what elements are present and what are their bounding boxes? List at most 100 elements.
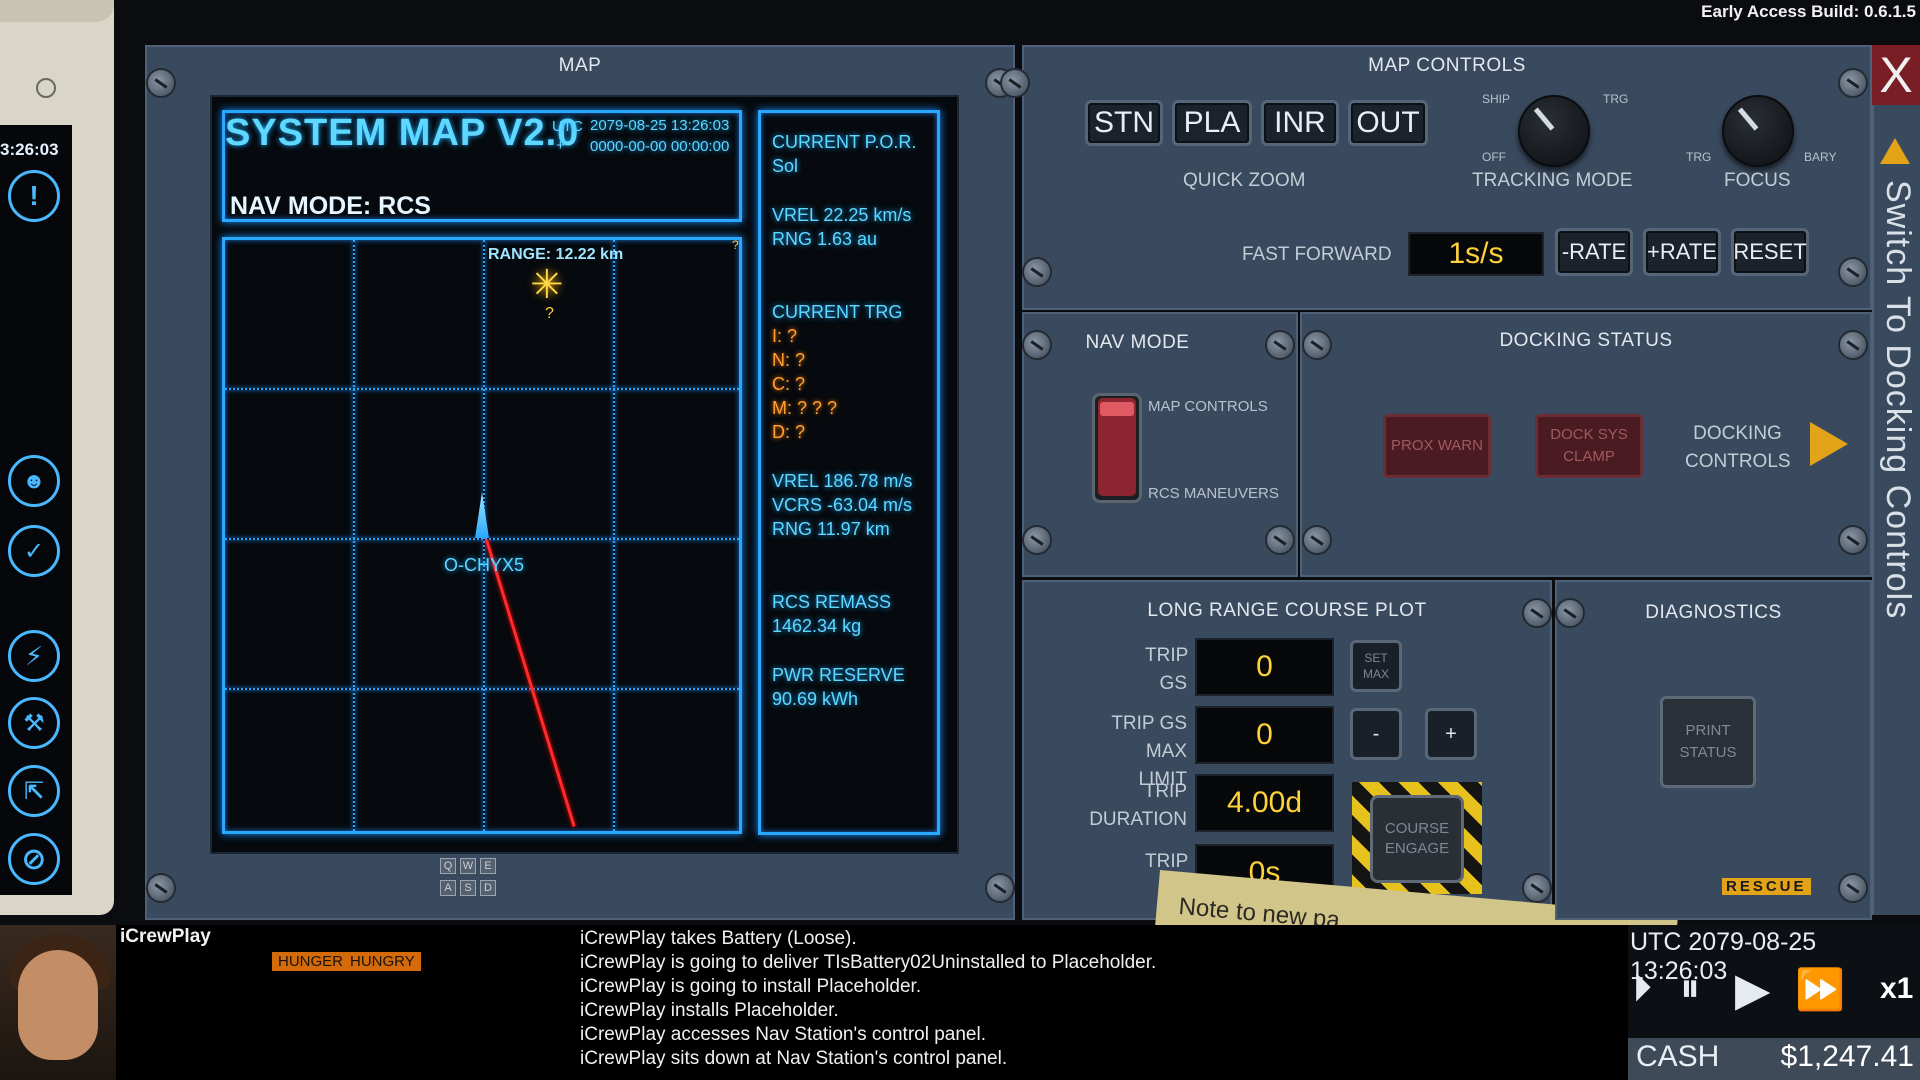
log-line: iCrewPlay accesses Nav Station's control… <box>580 1024 986 1045</box>
keyboard-hint: QWE ASD <box>438 858 498 896</box>
rng-readout-1: RNG 1.63 au <box>772 229 878 249</box>
reset-rate-button[interactable]: RESET <box>1731 228 1809 276</box>
pwr-title: PWR RESERVE <box>772 665 905 685</box>
focus-bary-label: BARY <box>1804 150 1837 164</box>
trg-m: M: ? ? ? <box>772 398 838 418</box>
tablet-lens-icon <box>36 78 56 98</box>
docking-controls-label[interactable]: DOCKING CONTROLS <box>1685 420 1791 476</box>
map-controls-title: MAP CONTROLS <box>1368 55 1526 76</box>
vrel-readout-1: VREL 22.25 km/s <box>772 205 912 225</box>
dock-clamp-light: DOCK SYS CLAMP <box>1535 414 1643 478</box>
course-plot-title: LONG RANGE COURSE PLOT <box>1147 600 1427 621</box>
switch-docking-label: Switch To Docking Controls <box>1879 180 1917 620</box>
screw-icon <box>146 68 176 98</box>
docking-controls-arrow-icon[interactable] <box>1810 422 1848 466</box>
screw-icon <box>1838 873 1868 903</box>
log-line: iCrewPlay sits down at Nav Station's con… <box>580 1048 1008 1069</box>
screw-icon <box>1022 257 1052 287</box>
tablet-top-edge <box>0 0 114 22</box>
utc-label: UTC <box>552 118 583 135</box>
trg-title: CURRENT TRG <box>772 302 903 322</box>
zoom-stn-button[interactable]: STN <box>1085 100 1163 146</box>
step-icon[interactable]: ⏵ <box>1632 966 1652 1011</box>
screw-icon <box>1022 525 1052 555</box>
tablet-clock: 3:26:03 <box>0 140 59 159</box>
export-icon[interactable]: ⇱ <box>8 765 60 817</box>
trg-i: I: ? <box>772 326 798 346</box>
key-w: W <box>460 858 476 874</box>
cash-label: CASH <box>1636 1040 1720 1073</box>
screw-icon <box>1838 525 1868 555</box>
minus-rate-button[interactable]: -RATE <box>1555 228 1633 276</box>
course-engage-button[interactable]: COURSE ENGAGE <box>1370 795 1464 883</box>
pause-icon[interactable]: ⏸ <box>1680 966 1700 1011</box>
zoom-out-button[interactable]: OUT <box>1348 100 1428 146</box>
screw-icon <box>1000 68 1030 98</box>
max-limit-plus-button[interactable]: + <box>1425 708 1477 760</box>
vrel-readout-2: VREL 186.78 m/s <box>772 471 913 491</box>
tracking-ship-label: SHIP <box>1482 92 1511 106</box>
rcs-title: RCS REMASS <box>772 592 892 612</box>
utc-value: 2079-08-25 13:26:03 <box>590 117 730 134</box>
grid-corner-marker: ? <box>732 238 739 252</box>
rng-readout-2: RNG 11.97 km <box>772 519 890 539</box>
zoom-pla-button[interactable]: PLA <box>1172 100 1252 146</box>
cancel-icon[interactable]: ⊘ <box>8 833 60 885</box>
zoom-inr-button[interactable]: INR <box>1261 100 1339 146</box>
max-limit-minus-button[interactable]: - <box>1350 708 1402 760</box>
quick-zoom-label: QUICK ZOOM <box>1183 170 1306 191</box>
crew-name: iCrewPlay <box>120 926 211 947</box>
key-d: D <box>480 880 496 896</box>
crew-icon[interactable]: ☻ <box>8 455 60 507</box>
log-line: iCrewPlay installs Placeholder. <box>580 1000 839 1021</box>
diagnostics-title: DIAGNOSTICS <box>1645 602 1782 623</box>
rcs-value: 1462.34 kg <box>772 616 862 636</box>
screw-icon <box>1265 330 1295 360</box>
alert-icon[interactable]: ! <box>8 170 60 222</box>
trip-gs-max-display: 0 <box>1195 706 1334 764</box>
target-star-icon[interactable]: ✳ <box>530 262 564 308</box>
system-map-title: SYSTEM MAP V2.0 <box>225 112 580 154</box>
trip-gs-display: 0 <box>1195 638 1334 696</box>
play-icon[interactable]: ▶ <box>1735 962 1770 1016</box>
focus-knob[interactable] <box>1722 95 1794 167</box>
set-max-button[interactable]: SET MAX <box>1350 640 1402 692</box>
close-button[interactable]: X <box>1872 45 1920 105</box>
build-hammer-icon[interactable]: ⚒ <box>8 697 60 749</box>
nav-opt-rcs-maneuvers: RCS MANEUVERS <box>1148 485 1279 502</box>
screw-icon <box>985 873 1015 903</box>
fast-forward-label: FAST FORWARD <box>1242 244 1392 265</box>
trg-d: D: ? <box>772 422 806 442</box>
por-title: CURRENT P.O.R. <box>772 132 917 152</box>
key-s: S <box>460 880 476 896</box>
toggle-highlight <box>1100 402 1134 416</box>
clipboard-icon[interactable]: ✓ <box>8 525 60 577</box>
fast-forward-display: 1s/s <box>1408 232 1544 276</box>
plus-rate-button[interactable]: +RATE <box>1643 228 1721 276</box>
tracking-trg-label: TRG <box>1603 92 1629 106</box>
rescue-badge[interactable]: RESCUE <box>1722 878 1811 895</box>
print-status-button[interactable]: PRINT STATUS <box>1660 696 1756 788</box>
key-q: Q <box>440 858 456 874</box>
trip-duration-label: TRIP DURATION <box>1089 781 1187 830</box>
tracking-mode-knob[interactable] <box>1518 95 1590 167</box>
build-version: Early Access Build: 0.6.1.5 <box>1701 2 1916 21</box>
nav-mode-panel: NAV MODE <box>1022 312 1298 577</box>
screw-icon <box>1838 330 1868 360</box>
power-icon[interactable]: ⚡ <box>8 630 60 682</box>
log-line: iCrewPlay is going to deliver TIsBattery… <box>580 952 1157 973</box>
nav-opt-map-controls: MAP CONTROLS <box>1148 398 1268 415</box>
focus-label: FOCUS <box>1724 170 1791 191</box>
status-badge-hungry: HUNGRY <box>344 952 421 971</box>
screw-icon <box>146 873 176 903</box>
nav-mode-readout: NAV MODE: RCS <box>230 192 431 220</box>
screw-icon <box>1555 598 1585 628</box>
log-line: iCrewPlay is going to install Placeholde… <box>580 976 922 997</box>
key-e: E <box>480 858 496 874</box>
side-tab-arrow-icon <box>1880 138 1910 164</box>
docking-status-title: DOCKING STATUS <box>1499 330 1673 351</box>
screw-icon <box>1265 525 1295 555</box>
fast-forward-icon[interactable]: ⏩ <box>1795 966 1845 1013</box>
trg-c: C: ? <box>772 374 806 394</box>
vcrs-readout: VCRS -63.04 m/s <box>772 495 913 515</box>
